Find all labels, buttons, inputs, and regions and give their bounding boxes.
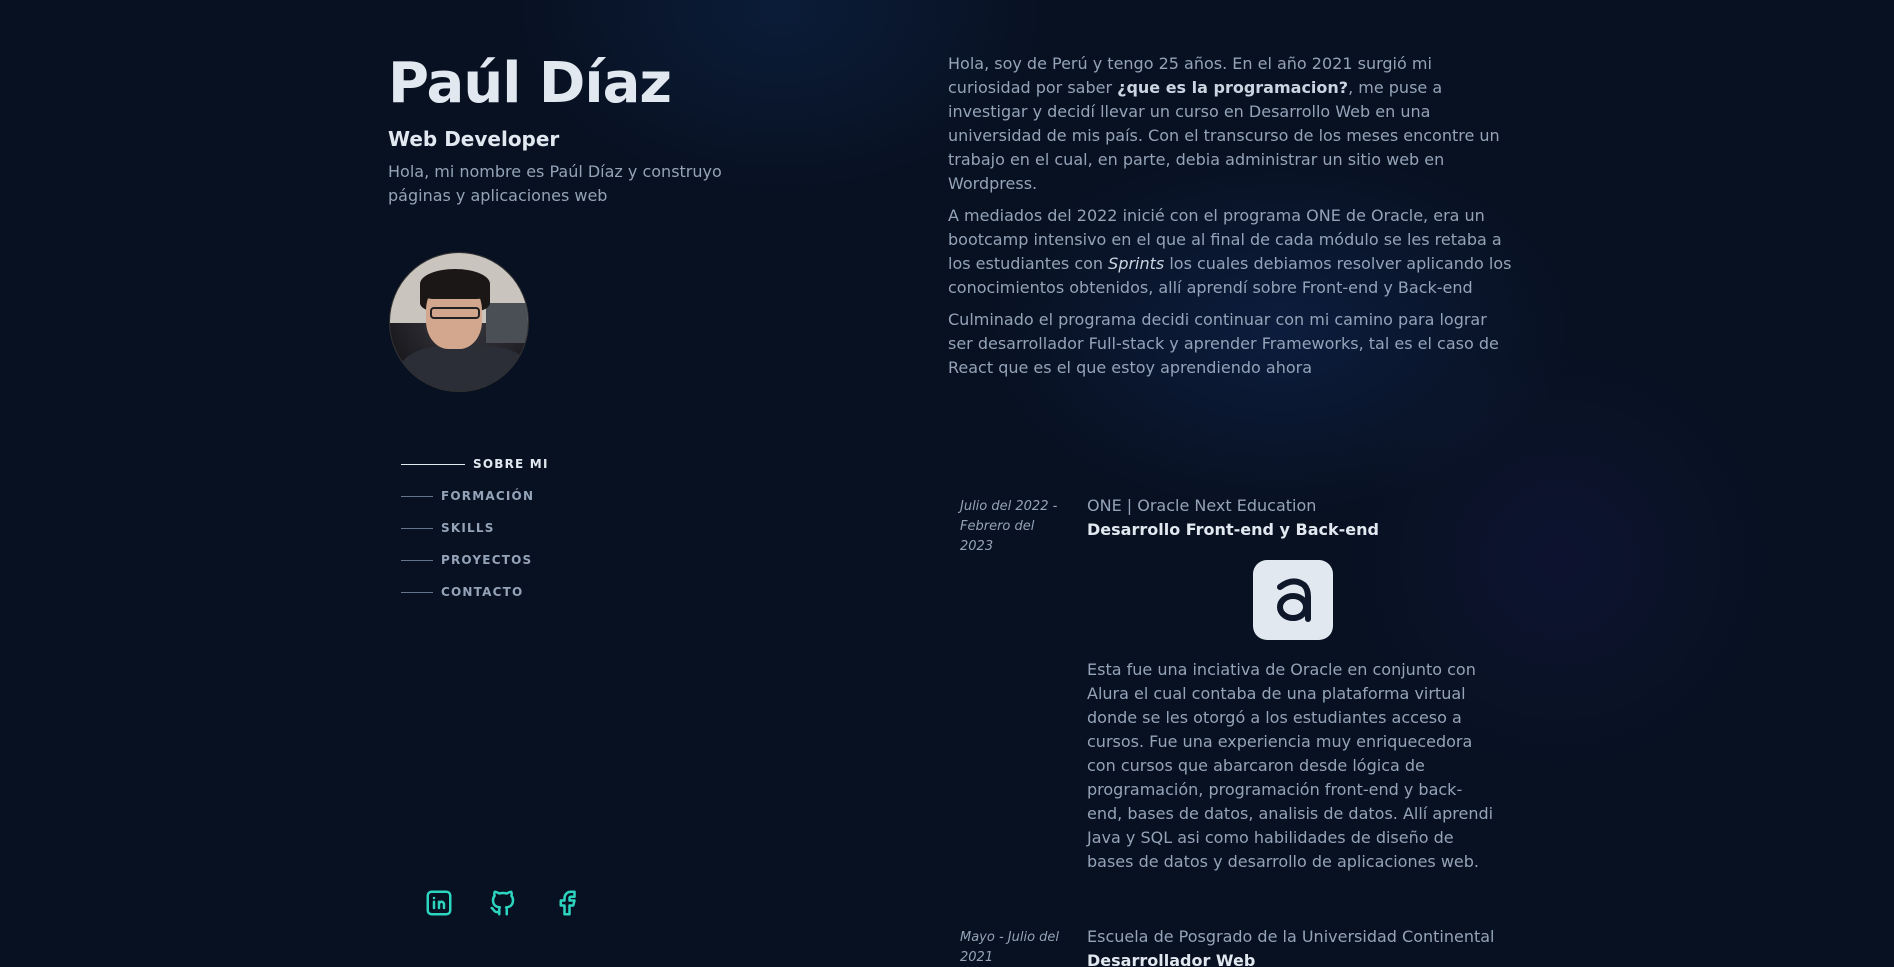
about-paragraph-3: Culminado el programa decidi continuar c… [948,310,1499,377]
about-paragraph-2: A mediados del 2022 inicié con el progra… [948,204,1513,300]
education-description: Esta fue una inciativa de Oracle en conj… [1087,660,1494,871]
profile-name: Paúl Díaz [388,51,672,116]
education-org: ONE | Oracle Next Education [1087,496,1317,515]
github-icon[interactable] [488,888,518,918]
nav-item-skills[interactable]: SKILLS [401,512,549,544]
nav-item-sobre-mi[interactable]: SOBRE MI [401,448,549,480]
facebook-icon[interactable] [552,888,582,918]
nav-label: PROYECTOS [441,553,533,567]
nav-item-formacion[interactable]: FORMACIÓN [401,480,549,512]
nav-indicator [401,591,433,593]
avatar [389,252,529,392]
nav-item-contacto[interactable]: CONTACTO [401,576,549,608]
alura-logo [1253,560,1333,640]
education-title: Desarrollador Web [1087,951,1256,967]
nav-indicator [401,463,465,465]
education-org: Escuela de Posgrado de la Universidad Co… [1087,927,1495,946]
education-body: Escuela de Posgrado de la Universidad Co… [1087,925,1497,967]
about-emphasis: Sprints [1108,254,1165,273]
alura-logo-icon [1277,578,1311,622]
nav-indicator [401,527,433,529]
about-paragraph-1: Hola, soy de Perú y tengo 25 años. En el… [948,52,1513,196]
profile-intro: Hola, mi nombre es Paúl Díaz y construyo… [388,162,722,205]
nav-indicator [401,559,433,561]
nav-label: FORMACIÓN [441,489,535,503]
nav-indicator [401,495,433,497]
profile-column: Paúl Díaz Web Developer Hola, mi nombre … [388,48,808,967]
nav-label: SOBRE MI [473,457,549,471]
education-date: Mayo - Julio del 2021 [960,930,1060,965]
nav-label: CONTACTO [441,585,524,599]
about-section: Hola, soy de Perú y tengo 25 años. En el… [948,52,1513,388]
social-links [424,888,582,918]
linkedin-icon[interactable] [424,888,454,918]
education-title: Desarrollo Front-end y Back-end [1087,520,1379,539]
about-highlight: ¿que es la programacion? [1117,78,1349,97]
education-body: ONE | Oracle Next Education Desarrollo F… [1087,494,1497,874]
education-date: Julio del 2022 - Febrero del 2023 [960,499,1058,554]
profile-role: Web Developer [388,127,560,151]
section-nav: SOBRE MI FORMACIÓN SKILLS PROYECTOS CONT… [401,448,549,608]
nav-label: SKILLS [441,521,495,535]
nav-item-proyectos[interactable]: PROYECTOS [401,544,549,576]
